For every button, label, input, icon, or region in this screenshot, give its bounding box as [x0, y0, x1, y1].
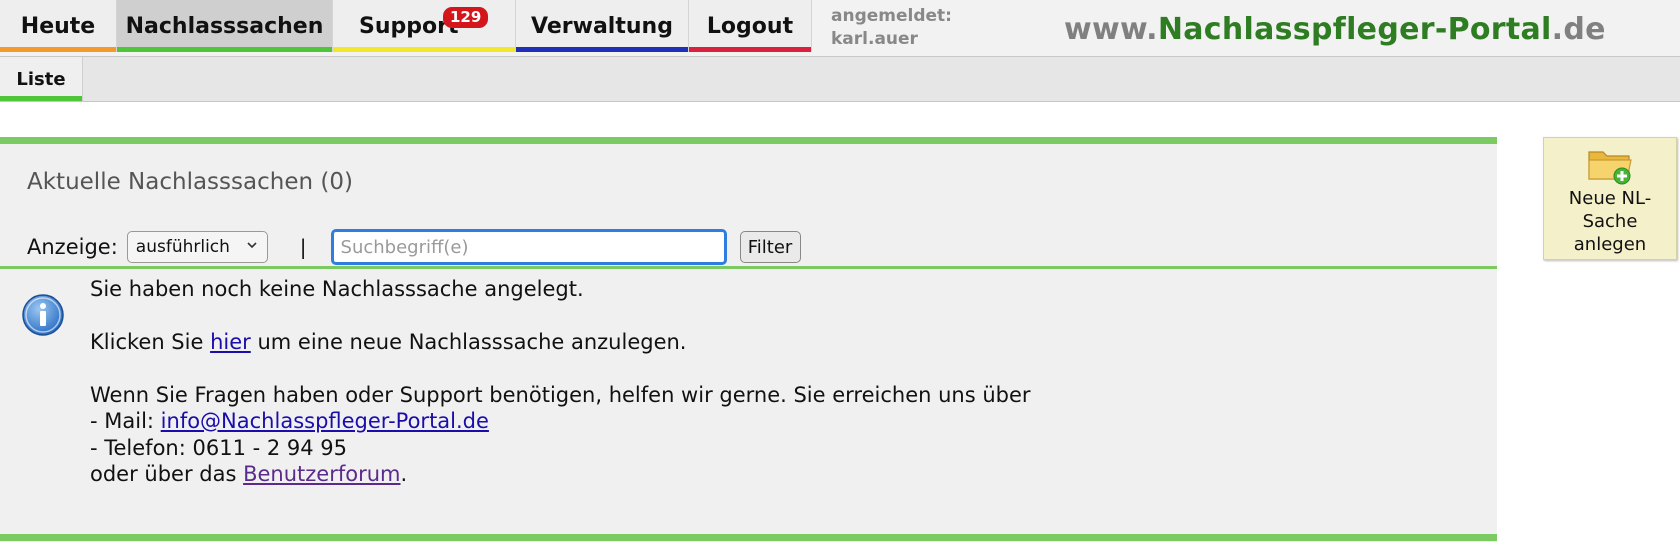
tab-verwaltung[interactable]: Verwaltung: [516, 0, 689, 52]
create-hint-prefix: Klicken Sie: [90, 330, 211, 354]
sub-navigation: Liste: [0, 57, 1680, 102]
tab-support-stripe: [333, 47, 515, 52]
subtab-liste-label: Liste: [16, 68, 66, 90]
login-info: angemeldet: karl.auer: [831, 5, 952, 51]
filter-button[interactable]: Filter: [739, 231, 801, 263]
tab-verwaltung-label: Verwaltung: [531, 13, 673, 39]
chevron-down-icon: [246, 238, 258, 256]
forum-link[interactable]: Benutzerforum: [243, 462, 400, 486]
support-mail: - Mail: info@Nachlasspfleger-Portal.de: [90, 407, 489, 435]
support-forum: oder über das Benutzerforum.: [90, 460, 407, 488]
login-label: angemeldet:: [831, 6, 952, 26]
support-phone: - Telefon: 0611 - 2 94 95: [90, 436, 348, 460]
no-cases-message: Sie haben noch keine Nachlasssache angel…: [90, 277, 584, 301]
forum-prefix: oder über das: [90, 462, 244, 486]
new-case-button[interactable]: Neue NL-Sache anlegen: [1543, 137, 1677, 260]
page-title: Aktuelle Nachlasssachen (0): [27, 169, 353, 195]
create-case-link[interactable]: hier: [210, 330, 251, 354]
top-navigation: Heute Nachlasssachen Support 129 Verwalt…: [0, 0, 1680, 57]
info-icon: [21, 293, 65, 337]
support-text: Wenn Sie Fragen haben oder Support benöt…: [90, 383, 1031, 407]
panel-divider: [0, 266, 1497, 269]
create-hint: Klicken Sie hier um eine neue Nachlasssa…: [90, 328, 686, 356]
new-case-button-label: Neue NL-Sache anlegen: [1568, 188, 1652, 255]
brand-prefix: www.: [1064, 12, 1158, 47]
display-label: Anzeige:: [27, 235, 118, 259]
filter-separator: |: [299, 235, 307, 259]
tab-heute-stripe: [0, 47, 116, 52]
support-email-link[interactable]: info@Nachlasspfleger-Portal.de: [161, 409, 489, 433]
tab-logout-label: Logout: [706, 13, 794, 39]
forum-suffix: .: [400, 462, 408, 486]
display-mode-select[interactable]: ausführlich: [126, 231, 268, 263]
subtab-liste[interactable]: Liste: [0, 57, 83, 101]
cases-panel: Aktuelle Nachlasssachen (0) Anzeige: aus…: [0, 137, 1497, 542]
tab-nachlasssachen-stripe: [117, 47, 332, 52]
tab-heute[interactable]: Heute: [0, 0, 117, 52]
mail-prefix: - Mail:: [90, 409, 161, 433]
subtab-liste-stripe: [0, 96, 82, 101]
tab-support[interactable]: Support 129: [333, 0, 516, 52]
tab-heute-label: Heute: [20, 13, 96, 39]
tab-nachlasssachen-label: Nachlasssachen: [125, 13, 324, 39]
tab-verwaltung-stripe: [516, 47, 688, 52]
login-username: karl.auer: [831, 29, 918, 49]
panel-bottom-border: [0, 534, 1497, 541]
folder-add-icon: [1586, 144, 1634, 186]
display-mode-value: ausführlich: [135, 237, 230, 257]
tab-logout-stripe: [689, 47, 811, 52]
brand-suffix: .de: [1551, 12, 1606, 47]
site-brand: www.Nachlasspfleger-Portal.de: [1064, 12, 1606, 47]
support-count-badge: 129: [443, 7, 489, 28]
search-input[interactable]: [330, 229, 727, 265]
tab-nachlasssachen[interactable]: Nachlasssachen: [117, 0, 333, 52]
create-hint-suffix: um eine neue Nachlasssache anzulegen.: [250, 330, 687, 354]
tab-logout[interactable]: Logout: [689, 0, 812, 52]
brand-name: Nachlasspfleger-Portal: [1157, 12, 1552, 47]
filter-bar: Anzeige: ausführlich | Filter: [27, 229, 801, 265]
